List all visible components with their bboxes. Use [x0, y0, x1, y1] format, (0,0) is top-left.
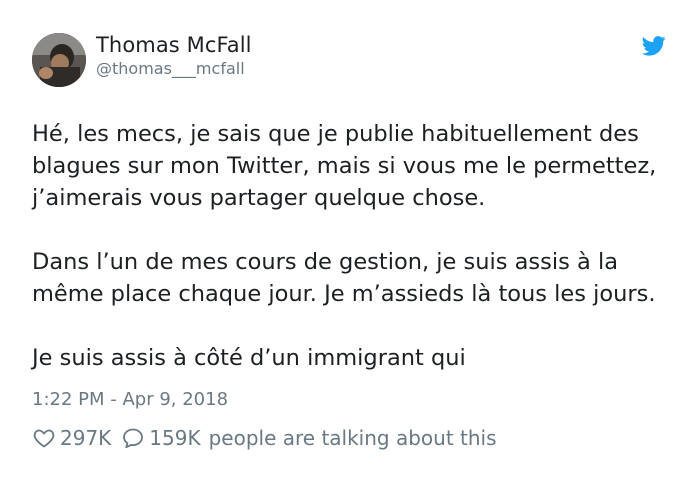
heart-icon: [33, 429, 55, 448]
tweet-actions: 297K 159K people are talking about this: [32, 424, 497, 452]
avatar-image: [32, 33, 86, 87]
author-display-name[interactable]: Thomas McFall: [96, 33, 252, 57]
tweet-paragraph-3: Je suis assis à côté d’un immigrant qui: [32, 342, 672, 374]
talking-about-label[interactable]: people are talking about this: [209, 426, 497, 450]
author-handle[interactable]: @thomas___mcfall: [96, 59, 245, 78]
like-count: 297K: [60, 426, 112, 450]
text-fade-overlay: [465, 348, 556, 369]
reply-action[interactable]: 159K: [121, 426, 201, 450]
avatar[interactable]: [32, 33, 86, 87]
tweet-paragraph-1: Hé, les mecs, je sais que je publie habi…: [32, 121, 657, 211]
tweet-timestamp[interactable]: 1:22 PM - Apr 9, 2018: [32, 389, 228, 410]
reply-count: 159K: [149, 426, 201, 450]
like-action[interactable]: 297K: [32, 426, 111, 450]
reply-bubble-icon: [123, 428, 144, 449]
tweet-text: Hé, les mecs, je sais que je publie habi…: [32, 118, 672, 374]
tweet-paragraph-2: Dans l’un de mes cours de gestion, je su…: [32, 249, 656, 307]
tweet-paragraph-3-text: Je suis assis à côté d’un immigrant qui: [32, 345, 466, 371]
twitter-bird-icon[interactable]: [642, 36, 666, 56]
tweet-card: Thomas McFall @thomas___mcfall Hé, les m…: [0, 0, 700, 478]
